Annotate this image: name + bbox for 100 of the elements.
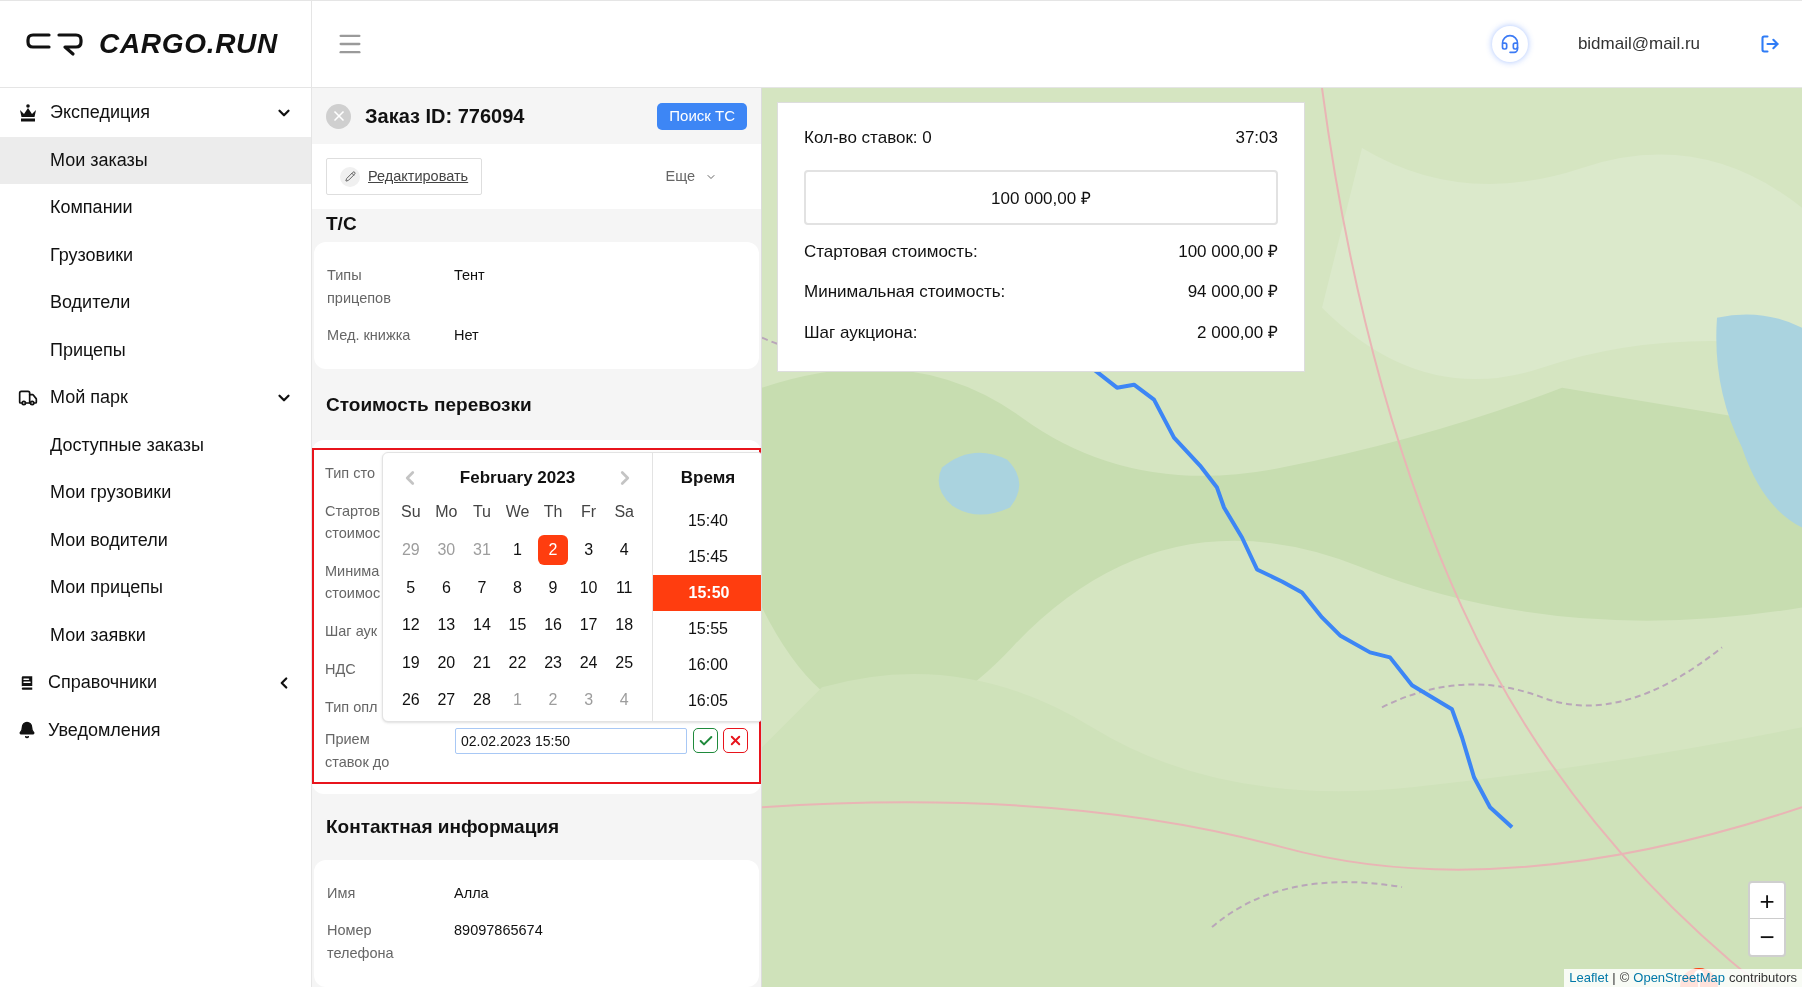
calendar-day[interactable]: 27 (431, 685, 462, 715)
sidebar-group[interactable]: Экспедиция (0, 89, 311, 137)
field-value: Нет (454, 326, 479, 345)
attribution-separator: | (1612, 969, 1616, 987)
field-label: Типы прицепов (327, 266, 392, 308)
bell-icon (18, 721, 36, 740)
sidebar-group-label: Мой парк (50, 386, 129, 410)
order-title: Заказ ID: 776094 (365, 104, 526, 129)
pencil-icon (344, 171, 356, 182)
time-option[interactable]: 15:40 (653, 503, 761, 539)
weekday-label: Mo (434, 502, 459, 522)
weekday-label: Sa (613, 502, 635, 522)
time-option[interactable]: 15:45 (653, 539, 761, 575)
sidebar-group[interactable]: Мой парк (0, 374, 311, 422)
calendar-day[interactable]: 17 (573, 610, 604, 640)
logo-mark-icon (25, 31, 85, 57)
section-heading: Контактная информация (325, 815, 561, 839)
leaflet-link[interactable]: Leaflet (1569, 969, 1609, 987)
calendar-day[interactable]: 26 (395, 685, 426, 715)
price-label: Стартовая стоимость: (804, 240, 978, 263)
sidebar-group-label: Уведомления (48, 718, 162, 742)
section-heading: Т/С (325, 212, 358, 236)
calendar-day[interactable]: 24 (573, 647, 604, 678)
price-value: 2 000,00 ₽ (1197, 321, 1278, 344)
sidebar-item[interactable]: Мои заказы (0, 136, 311, 184)
calendar-day[interactable]: 1 (502, 535, 533, 565)
time-option[interactable]: 16:05 (653, 683, 761, 719)
search-vehicle-button[interactable]: Поиск ТС (657, 102, 747, 130)
calendar-day[interactable]: 7 (466, 572, 497, 603)
sidebar-group-label: Справочники (48, 671, 159, 695)
brand-name: CARGO.RUN (99, 27, 278, 61)
zoom-out-button[interactable]: − (1750, 919, 1784, 955)
calendar-day[interactable]: 22 (502, 647, 533, 678)
cancel-button[interactable] (723, 728, 748, 753)
copyright-sign: © (1619, 969, 1630, 987)
attribution-text: contributors (1729, 969, 1797, 987)
openstreetmap-link[interactable]: OpenStreetMap (1633, 969, 1726, 987)
calendar-day[interactable]: 2 (538, 535, 569, 565)
calendar-day[interactable]: 16 (538, 610, 569, 640)
field-value: 89097865674 (454, 921, 543, 940)
calendar-day[interactable]: 9 (538, 572, 569, 603)
calendar-day[interactable]: 28 (466, 685, 497, 715)
zoom-in-button[interactable]: + (1750, 883, 1784, 919)
calendar-day[interactable]: 25 (609, 647, 640, 678)
section-heading: Стоимость перевозки (325, 393, 533, 417)
bid-input[interactable]: 100 000,00 ₽ (804, 169, 1278, 225)
time-option[interactable]: 15:50 (653, 575, 761, 611)
calendar-day[interactable]: 14 (466, 610, 497, 640)
field-value: Алла (454, 884, 489, 903)
calendar-day[interactable]: 5 (395, 572, 426, 603)
headset-icon (1499, 34, 1520, 54)
crown-icon (18, 103, 38, 122)
calendar-day[interactable]: 15 (502, 610, 533, 640)
date-time-input[interactable]: 02.02.2023 15:50 (455, 728, 687, 754)
month-title: February 2023 (459, 467, 576, 490)
calendar-day[interactable]: 8 (502, 572, 533, 603)
confirm-button[interactable] (693, 728, 718, 753)
weekday-label: Fr (580, 502, 598, 522)
weekday-label: Tu (471, 502, 492, 522)
price-label: Шаг аукциона: (804, 321, 918, 344)
edit-button[interactable]: Редактировать (326, 158, 483, 195)
calendar-day[interactable]: 6 (431, 572, 462, 603)
weekday-label: Th (542, 502, 564, 522)
sidebar-group[interactable]: Справочники (0, 659, 311, 707)
price-label: Минимальная стоимость: (804, 281, 1006, 303)
calendar-day[interactable]: 11 (609, 572, 640, 603)
time-header: Время (679, 467, 737, 489)
field-label: НДС (325, 660, 357, 679)
field-label: Номер телефона (327, 921, 395, 963)
weekday-label: We (504, 502, 531, 522)
calendar-day[interactable]: 19 (395, 647, 426, 678)
calendar-day[interactable]: 4 (609, 535, 640, 565)
logout-icon[interactable] (1760, 34, 1780, 54)
calendar-day[interactable]: 20 (431, 647, 462, 678)
book-icon (18, 673, 36, 692)
time-option[interactable]: 15:55 (653, 611, 761, 647)
calendar-day[interactable]: 3 (573, 535, 604, 565)
price-value: 94 000,00 ₽ (1187, 281, 1278, 303)
user-email: bidmail@mail.ru (1577, 33, 1700, 56)
price-value: 100 000,00 ₽ (1178, 240, 1278, 263)
field-label: Минима стоимос (325, 562, 382, 603)
field-label: Имя (327, 884, 357, 903)
field-label: Стартов стоимос (325, 502, 382, 543)
calendar-day[interactable]: 10 (573, 572, 604, 603)
bids-count: Кол-во ставок: 0 (804, 127, 932, 149)
field-label: Тип опл (325, 698, 379, 717)
field-label: Шаг аук (325, 622, 379, 641)
sidebar-group[interactable]: Уведомления (0, 706, 311, 754)
time-option[interactable]: 16:00 (653, 647, 761, 683)
field-value: Тент (454, 266, 485, 285)
calendar-day[interactable]: 12 (395, 610, 426, 640)
weekday-label: Su (400, 502, 422, 522)
calendar-day[interactable]: 23 (538, 647, 569, 678)
calendar-day[interactable]: 18 (609, 610, 640, 640)
close-icon (728, 733, 743, 748)
calendar-day[interactable]: 21 (466, 647, 497, 678)
field-label: Тип сто (325, 464, 376, 483)
calendar-day[interactable]: 13 (431, 610, 462, 640)
more-dropdown[interactable]: Еще (665, 165, 717, 188)
field-label: Мед. книжка (327, 326, 412, 345)
